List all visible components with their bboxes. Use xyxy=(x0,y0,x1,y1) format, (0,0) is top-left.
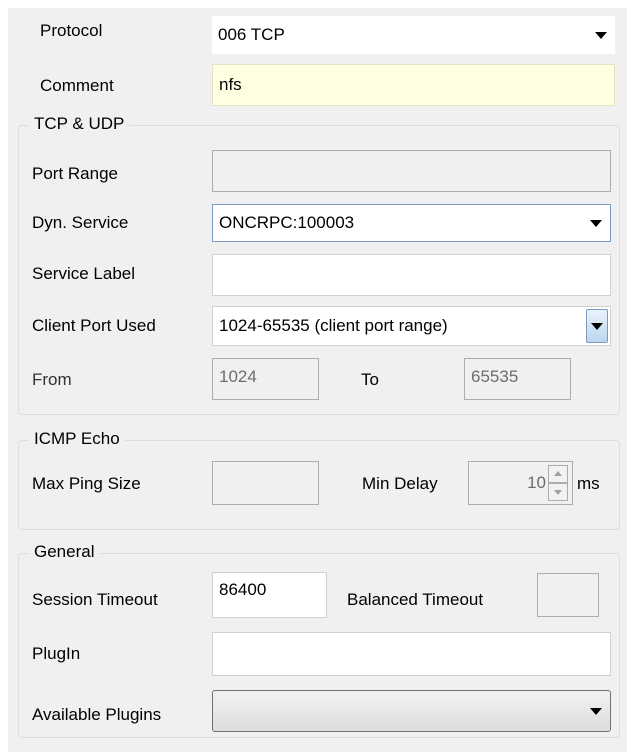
from-label: From xyxy=(32,370,72,389)
from-input[interactable]: 1024 xyxy=(212,358,319,400)
chevron-down-icon xyxy=(554,490,562,495)
dyn-service-select[interactable]: ONCRPC:100003 xyxy=(212,204,611,242)
port-range-input[interactable] xyxy=(212,150,611,192)
chevron-down-icon xyxy=(595,32,607,39)
comment-input[interactable]: nfs xyxy=(212,64,615,106)
service-label-input[interactable] xyxy=(212,254,611,296)
dyn-service-label: Dyn. Service xyxy=(32,213,129,232)
dyn-service-value: ONCRPC:100003 xyxy=(219,213,355,232)
spinner-down-button[interactable] xyxy=(548,483,568,501)
chevron-down-icon xyxy=(590,220,602,227)
balanced-timeout-label: Balanced Timeout xyxy=(347,590,484,609)
session-timeout-input[interactable]: 86400 xyxy=(212,572,327,618)
icmp-echo-group-title: ICMP Echo xyxy=(29,429,125,449)
chevron-down-icon xyxy=(591,323,603,330)
protocol-value: 006 TCP xyxy=(218,25,285,44)
client-port-select[interactable]: 1024-65535 (client port range) xyxy=(212,306,611,346)
min-delay-unit: ms xyxy=(577,474,600,493)
max-ping-size-label: Max Ping Size xyxy=(32,474,141,493)
general-group-title: General xyxy=(29,542,100,562)
tcp-udp-group-title: TCP & UDP xyxy=(29,114,130,134)
available-plugins-label: Available Plugins xyxy=(32,705,162,724)
service-label-label: Service Label xyxy=(32,264,136,283)
plugin-input[interactable] xyxy=(212,632,611,676)
plugin-label: PlugIn xyxy=(32,644,81,663)
protocol-select[interactable]: 006 TCP xyxy=(212,16,615,54)
session-timeout-label: Session Timeout xyxy=(32,590,158,609)
port-range-label: Port Range xyxy=(32,164,118,183)
min-delay-value: 10 xyxy=(527,473,546,492)
to-label: To xyxy=(361,370,379,389)
min-delay-label: Min Delay xyxy=(362,474,438,493)
service-properties-panel: Protocol 006 TCP Comment nfs TCP & UDP P… xyxy=(8,8,627,752)
client-port-label: Client Port Used xyxy=(32,316,156,335)
max-ping-size-input[interactable] xyxy=(212,461,319,505)
balanced-timeout-input[interactable] xyxy=(537,573,599,617)
available-plugins-select[interactable] xyxy=(212,690,611,732)
client-port-value: 1024-65535 (client port range) xyxy=(219,316,448,335)
spinner-up-button[interactable] xyxy=(548,465,568,483)
to-input[interactable]: 65535 xyxy=(464,358,571,400)
comment-label: Comment xyxy=(40,76,114,95)
dropdown-button[interactable] xyxy=(586,309,608,343)
chevron-down-icon xyxy=(590,708,602,715)
protocol-label: Protocol xyxy=(40,21,103,40)
chevron-up-icon xyxy=(554,471,562,476)
